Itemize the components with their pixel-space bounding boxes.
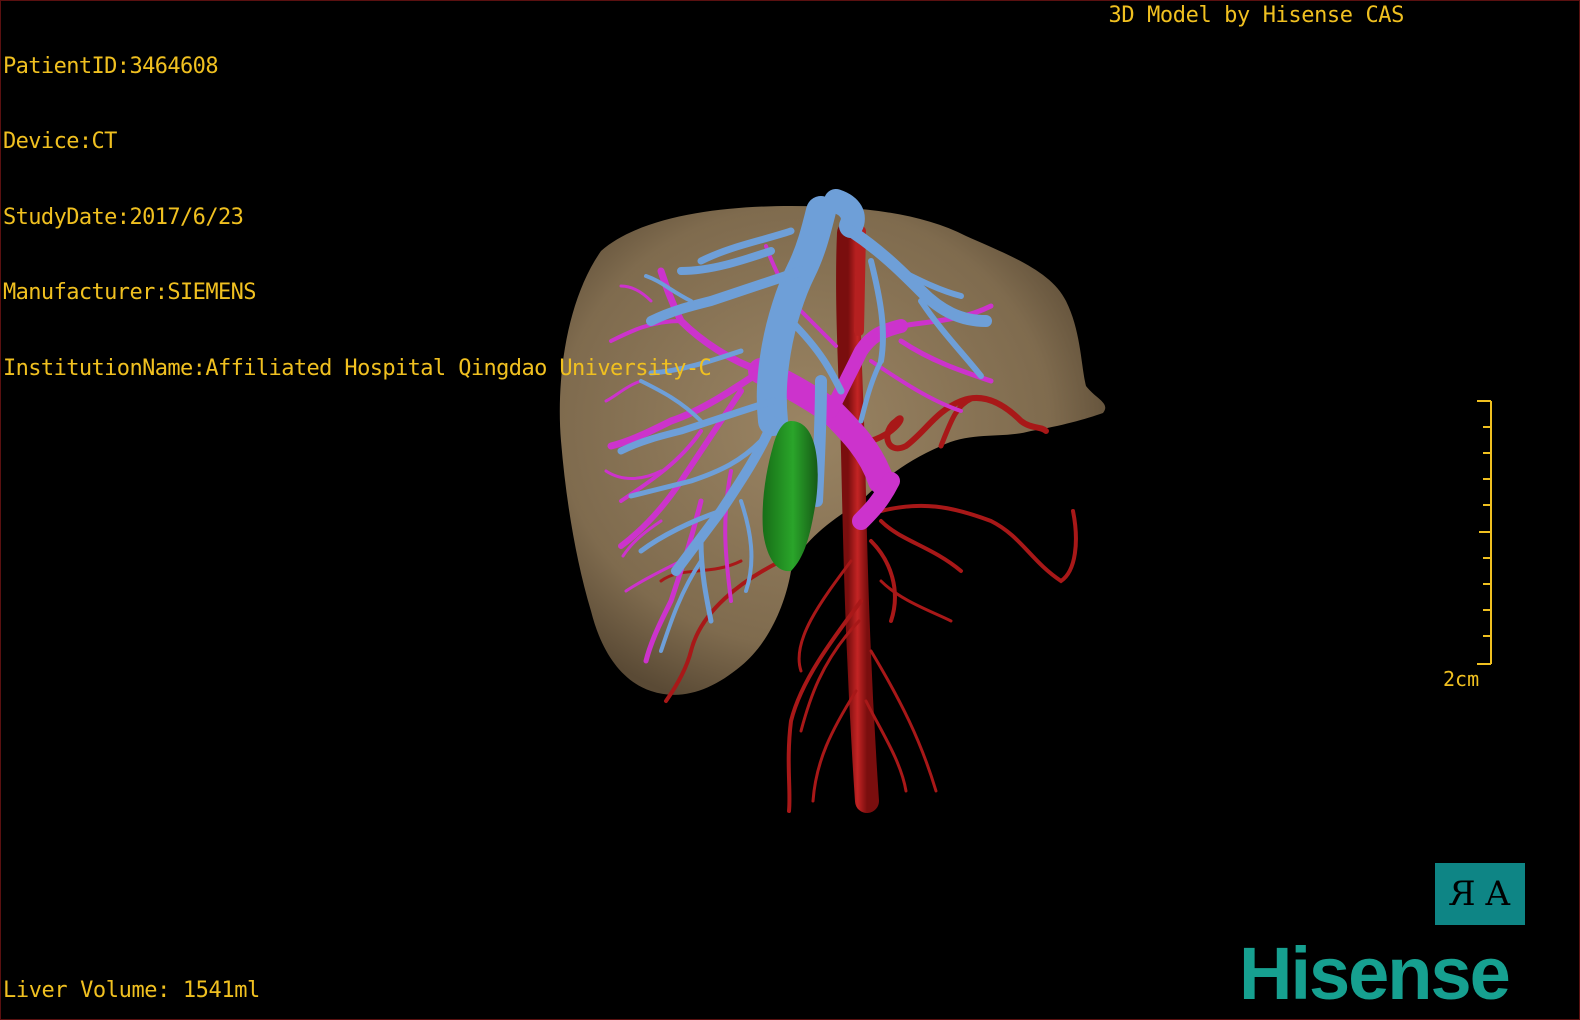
device-label: Device:CT (3, 129, 117, 155)
orientation-left-glyph: R (1449, 874, 1476, 914)
liver-volume-label: Liver Volume: 1541ml (3, 978, 260, 1003)
3d-viewport[interactable]: PatientID:3464608 Device:CT StudyDate:20… (0, 0, 1580, 1020)
institution-label: InstitutionName:Affiliated Hospital Qing… (3, 355, 712, 381)
manufacturer-label: Manufacturer:SIEMENS (3, 280, 257, 306)
orientation-marker[interactable]: R A (1435, 863, 1525, 925)
brand-logo: Hisense (1239, 932, 1511, 1015)
patient-id-label: PatientID:3464608 (3, 53, 219, 79)
scale-bar (1477, 400, 1492, 665)
scale-bar-label: 2cm (1443, 667, 1480, 691)
model-credit: 3D Model by Hisense CAS (1108, 3, 1405, 28)
study-date-label: StudyDate:2017/6/23 (3, 204, 244, 230)
orientation-right-glyph: A (1485, 874, 1511, 914)
dicom-info-overlay: PatientID:3464608 Device:CT StudyDate:20… (3, 3, 712, 432)
